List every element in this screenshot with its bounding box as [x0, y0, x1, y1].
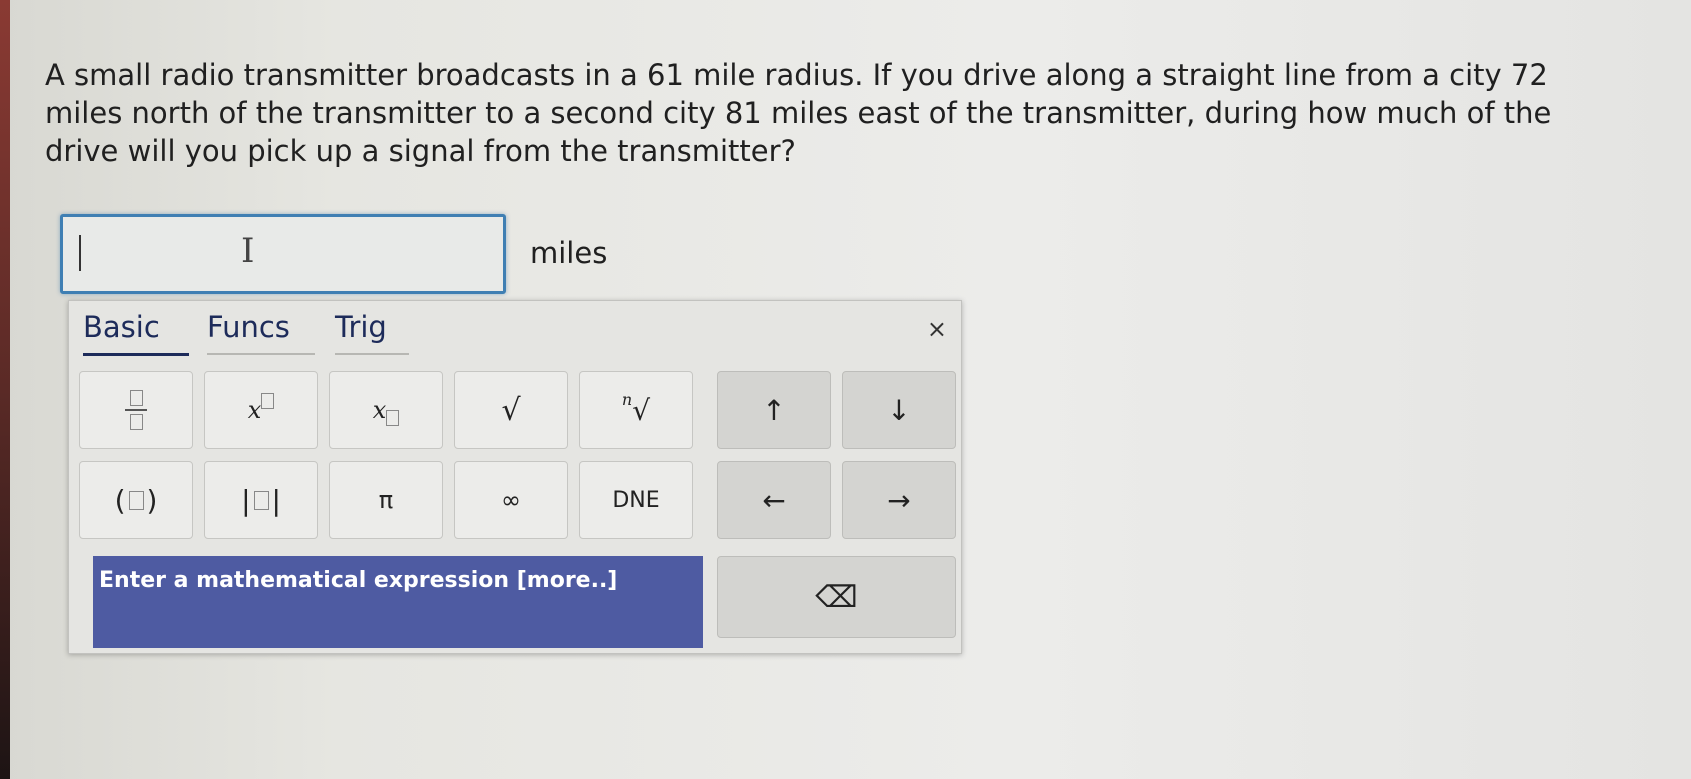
dne-key[interactable]: DNE [579, 461, 693, 539]
backspace-icon: ⌫ [815, 579, 858, 615]
answer-input[interactable]: I [60, 214, 506, 294]
tab-trig[interactable]: Trig [335, 301, 409, 355]
nth-root-icon: √ [632, 393, 651, 427]
paren-close: ) [146, 483, 158, 517]
backspace-key[interactable]: ⌫ [717, 556, 956, 638]
infinity-symbol: ∞ [501, 486, 521, 514]
question-text: A small radio transmitter broadcasts in … [45, 58, 1552, 168]
sqrt-icon: √ [501, 392, 521, 428]
dne-label: DNE [612, 487, 660, 513]
arrow-right-icon: → [887, 483, 911, 517]
pi-symbol: π [378, 486, 394, 514]
ibeam-cursor-icon: I [241, 231, 255, 271]
abs-bar-right: | [271, 483, 281, 517]
infinity-key[interactable]: ∞ [454, 461, 568, 539]
power-key[interactable]: x [204, 371, 318, 449]
fraction-key[interactable] [79, 371, 193, 449]
tab-basic[interactable]: Basic [83, 301, 189, 356]
close-keypad-button[interactable]: × [927, 315, 947, 343]
abs-bar-left: | [241, 483, 251, 517]
subscript-key[interactable]: x [329, 371, 443, 449]
units-label: miles [530, 236, 608, 270]
cursor-up-key[interactable]: ↑ [717, 371, 831, 449]
arrow-down-icon: ↓ [887, 393, 911, 427]
cursor-left-key[interactable]: ← [717, 461, 831, 539]
absolute-value-key[interactable]: | | [204, 461, 318, 539]
paren-open: ( [114, 483, 126, 517]
paren-placeholder-icon [128, 490, 144, 510]
abs-placeholder-icon [253, 490, 269, 510]
cursor-right-key[interactable]: → [842, 461, 956, 539]
math-keypad: Basic Funcs Trig × x x √ n √ ↑ ↓ ( ) | |… [68, 300, 962, 654]
superscript-placeholder-icon [261, 393, 275, 409]
sqrt-key[interactable]: √ [454, 371, 568, 449]
screen-edge [0, 0, 10, 779]
subscript-base: x [372, 396, 387, 424]
cursor-down-key[interactable]: ↓ [842, 371, 956, 449]
fraction-icon [125, 390, 147, 430]
keypad-hint-link[interactable]: Enter a mathematical expression [more..] [93, 556, 703, 648]
arrow-up-icon: ↑ [762, 393, 786, 427]
power-base: x [247, 396, 262, 424]
parentheses-key[interactable]: ( ) [79, 461, 193, 539]
tab-funcs[interactable]: Funcs [207, 301, 315, 355]
nth-root-index: n [621, 389, 633, 409]
pi-key[interactable]: π [329, 461, 443, 539]
nth-root-key[interactable]: n √ [579, 371, 693, 449]
text-caret [79, 235, 81, 271]
subscript-placeholder-icon [386, 410, 400, 426]
arrow-left-icon: ← [762, 483, 786, 517]
